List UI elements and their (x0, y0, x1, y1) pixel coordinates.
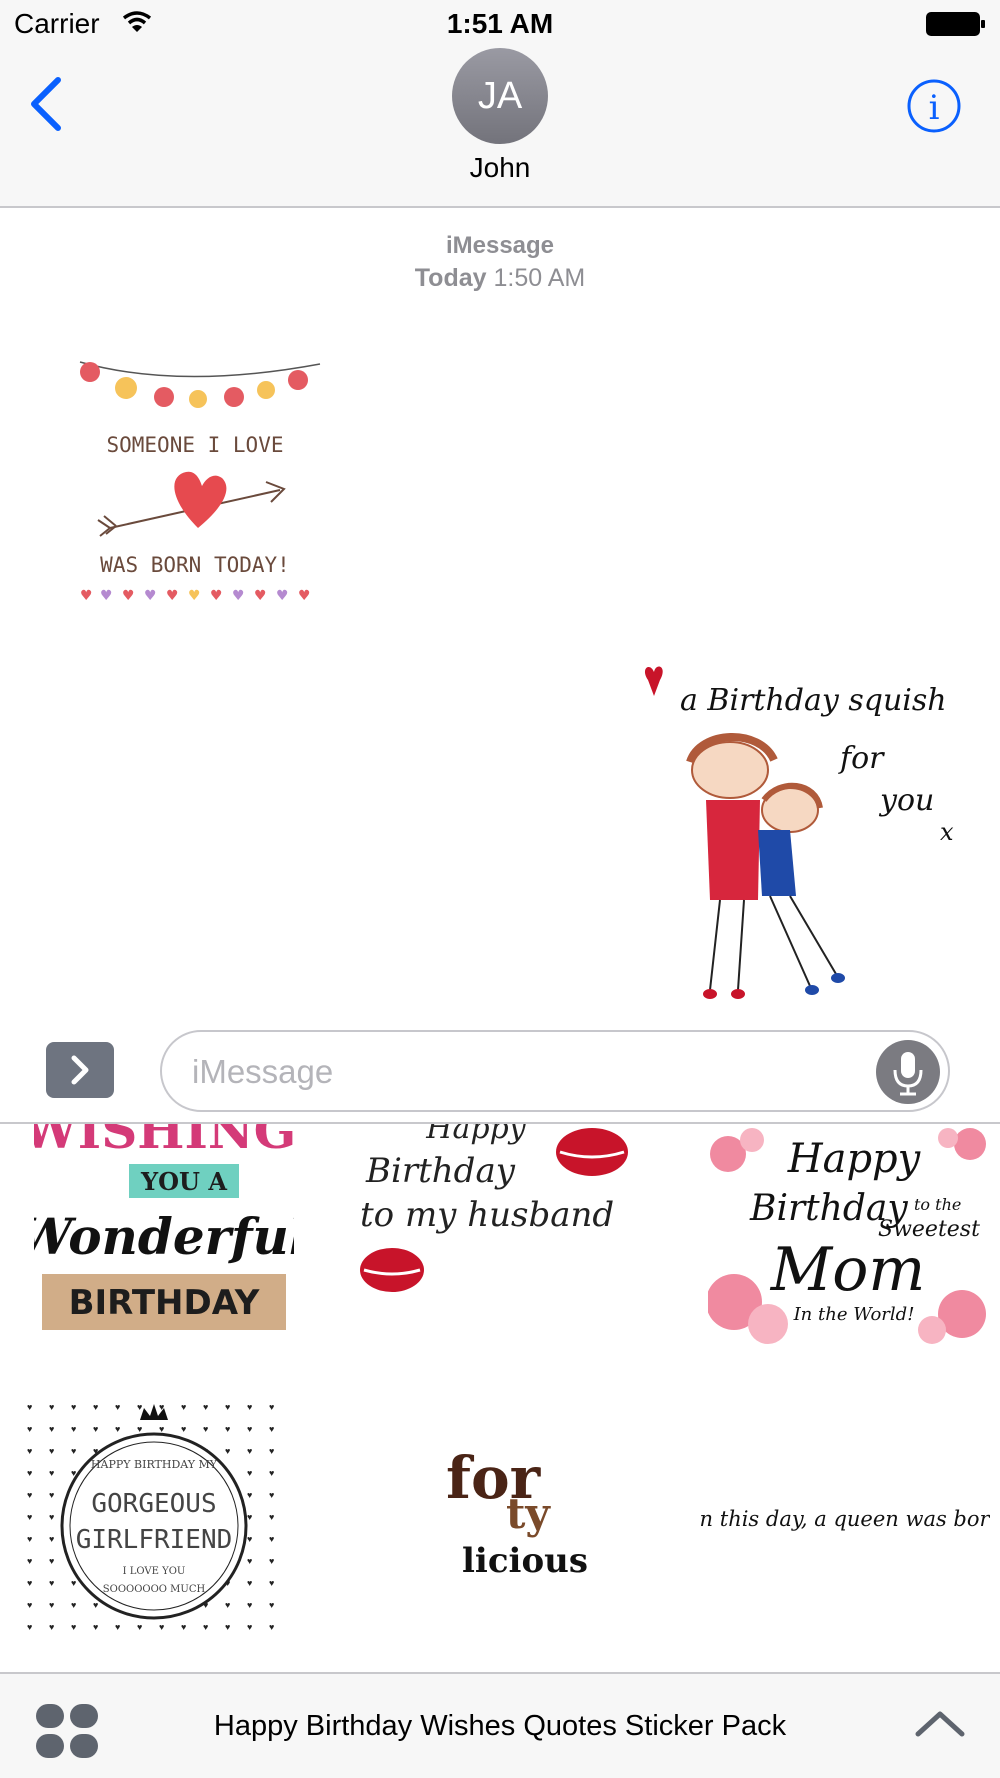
svg-text:♥: ♥ (232, 588, 245, 604)
sticker-sweetest-mom[interactable]: Happy Birthday to the Sweetest Mom In th… (708, 1124, 988, 1364)
sticker2-line3: to my husband (360, 1195, 614, 1235)
battery-icon (926, 12, 985, 36)
sticker1-line1: WISHING (34, 1124, 294, 1160)
sticker2-line2: Birthday (365, 1151, 516, 1191)
svg-text:♥: ♥ (122, 588, 135, 604)
sticker4-line4: I LOVE YOU (123, 1566, 186, 1577)
sticker-drawer: WISHING YOU A Wonderful BIRTHDAY Happy B… (0, 1124, 1000, 1672)
nav-bar: JA John i (0, 48, 1000, 208)
sticker3-line3: to the (914, 1195, 961, 1214)
sent-sticker-line3: you (878, 783, 934, 818)
received-sticker-line2: WAS BORN TODAY! (100, 553, 290, 577)
sticker-gorgeous-girlfriend[interactable]: ♥ HAPPY BIRTHDAY MY GORGEOUS GIRLFRIEND … (22, 1394, 286, 1644)
sticker1-line2: YOU A (140, 1167, 227, 1196)
sticker3-line6: In the World! (793, 1304, 915, 1325)
svg-text:♥: ♥ (276, 588, 289, 604)
svg-text:♥: ♥ (80, 588, 93, 604)
apps-expand-button[interactable] (46, 1042, 114, 1098)
status-time: 1:51 AM (446, 8, 554, 39)
contact-avatar[interactable]: JA (452, 48, 548, 144)
sticker4-line2: GORGEOUS (91, 1489, 216, 1519)
received-sticker[interactable]: SOMEONE I LOVE WAS BORN TODAY! ♥ ♥ ♥ ♥ ♥ ♥ … (70, 350, 330, 610)
back-button[interactable] (22, 74, 72, 134)
svg-text:♥: ♥ (298, 588, 311, 604)
compose-bar (0, 1010, 1000, 1124)
sticker-wonderful-birthday[interactable]: WISHING YOU A Wonderful BIRTHDAY (34, 1124, 294, 1342)
sticker-queen-was-born[interactable]: on this day, a queen was born (700, 1494, 990, 1544)
info-button[interactable]: i (906, 78, 962, 134)
sticker4-line3: GIRLFRIEND (76, 1525, 233, 1555)
sticker-pack-bar: Happy Birthday Wishes Quotes Sticker Pac… (0, 1672, 1000, 1778)
sent-sticker[interactable]: a Birthday squish for you x (640, 660, 970, 1000)
chevron-up-icon[interactable] (914, 1708, 966, 1738)
sticker2-line1: Happy (425, 1124, 526, 1146)
sticker4-line1: HAPPY BIRTHDAY MY (91, 1458, 218, 1471)
sticker1-line4: BIRTHDAY (69, 1283, 260, 1323)
sticker-fortylicious[interactable]: for ty licious (440, 1424, 600, 1604)
svg-text:♥: ♥ (210, 588, 223, 604)
sticker3-line1: Happy (787, 1136, 922, 1182)
contact-name[interactable]: John (0, 152, 1000, 184)
svg-text:♥: ♥ (166, 588, 179, 604)
svg-text:♥: ♥ (188, 588, 201, 604)
sent-sticker-mark: x (940, 818, 954, 846)
received-sticker-line1: SOMEONE I LOVE (106, 433, 283, 457)
message-timestamp: Today 1:50 AM (0, 264, 1000, 293)
sent-sticker-line1: a Birthday squish (680, 683, 947, 718)
sticker4-line5: SOOOOOOO MUCH (103, 1584, 206, 1595)
timestamp-time: 1:50 AM (493, 264, 586, 292)
svg-text:♥: ♥ (144, 588, 157, 604)
sticker5-line2: ty (506, 1489, 551, 1538)
sticker3-line5: Mom (770, 1235, 925, 1305)
svg-text:♥: ♥ (100, 588, 113, 604)
message-input[interactable] (192, 1046, 832, 1098)
sent-sticker-line2: for (838, 741, 885, 776)
sticker-pack-title: Happy Birthday Wishes Quotes Sticker Pac… (213, 1710, 787, 1742)
timestamp-day: Today (414, 264, 487, 292)
message-input-field[interactable] (160, 1030, 950, 1112)
microphone-icon (893, 1052, 923, 1096)
service-label: iMessage (445, 232, 555, 259)
sticker6-line1: on this day, a queen was born (700, 1507, 990, 1531)
svg-text:♥: ♥ (254, 588, 267, 604)
svg-text:i: i (929, 88, 940, 128)
status-bar: Carrier 1:51 AM (0, 0, 1000, 48)
sticker1-line3: Wonderful (34, 1207, 294, 1266)
sticker5-line3: licious (462, 1541, 588, 1581)
sticker-happy-birthday-husband[interactable]: Happy Birthday to my husband (356, 1124, 646, 1312)
dictation-button[interactable] (876, 1040, 940, 1104)
chevron-right-icon (71, 1055, 89, 1085)
